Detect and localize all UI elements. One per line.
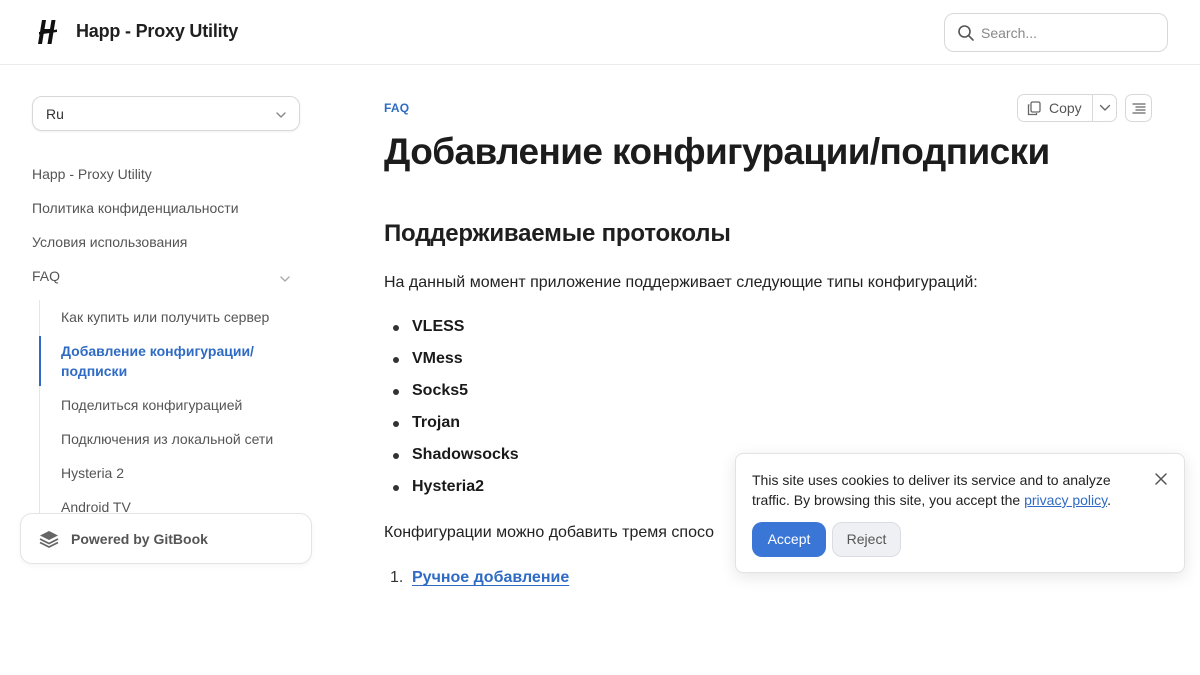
language-select[interactable]: Ru — [32, 96, 300, 131]
sidebar-item-terms[interactable]: Условия использования — [32, 234, 187, 250]
protocol-item: VLESS — [412, 318, 465, 335]
accept-button[interactable]: Accept — [752, 522, 826, 557]
bullet-marker — [393, 389, 399, 395]
breadcrumb[interactable]: FAQ — [384, 101, 409, 115]
intro-paragraph: На данный момент приложение поддерживает… — [384, 274, 978, 291]
top-header: Happ - Proxy Utility — [0, 0, 1200, 65]
table-of-contents-button[interactable] — [1125, 94, 1152, 122]
sidebar-item-add-config[interactable]: Добавление конфигурации/подписки — [61, 341, 281, 381]
reject-button[interactable]: Reject — [832, 522, 901, 557]
cookie-message: This site uses cookies to deliver its se… — [752, 470, 1152, 510]
sidebar-item-local-network[interactable]: Подключения из локальной сети — [61, 429, 273, 449]
bullet-marker — [393, 453, 399, 459]
search-input[interactable] — [981, 22, 1156, 44]
methods-paragraph: Конфигурации можно добавить тремя спосо — [384, 524, 715, 541]
manual-add-link[interactable]: Ручное добавление — [412, 569, 569, 587]
bullet-marker — [393, 485, 399, 491]
cookie-banner: This site uses cookies to deliver its se… — [735, 453, 1185, 573]
subnav-active-indicator — [39, 336, 41, 386]
protocol-item: Hysteria2 — [412, 478, 485, 495]
cookie-message-end: . — [1107, 492, 1111, 508]
copy-button[interactable]: Copy — [1018, 95, 1092, 121]
copy-button-label: Copy — [1049, 100, 1082, 116]
sidebar-item-happ-proxy-utility[interactable]: Happ - Proxy Utility — [32, 166, 152, 182]
sidebar-item-buy-server[interactable]: Как купить или получить сервер — [61, 307, 269, 327]
protocol-item: Socks5 — [412, 382, 469, 399]
site-title[interactable]: Happ - Proxy Utility — [76, 21, 238, 42]
search-box[interactable] — [944, 13, 1168, 52]
powered-by-label: Powered by GitBook — [71, 531, 208, 547]
sidebar-item-privacy-policy[interactable]: Политика конфиденциальности — [32, 200, 239, 216]
copy-icon — [1027, 101, 1041, 116]
protocol-item: VMess — [412, 350, 463, 367]
protocol-item: Shadowsocks — [412, 446, 519, 463]
section-heading: Поддерживаемые протоколы — [384, 220, 731, 247]
gitbook-icon — [39, 531, 59, 548]
page-title: Добавление конфигурации/подписки — [384, 131, 1050, 172]
powered-by-gitbook[interactable]: Powered by GitBook — [20, 513, 312, 564]
happ-logo-icon[interactable] — [36, 19, 60, 45]
chevron-down-icon[interactable] — [279, 273, 291, 285]
sidebar-item-hysteria2[interactable]: Hysteria 2 — [61, 463, 124, 483]
bullet-marker — [393, 357, 399, 363]
outline-list-icon — [1132, 103, 1146, 114]
sidebar-item-share-config[interactable]: Поделиться конфигурацией — [61, 395, 242, 415]
bullet-marker — [393, 325, 399, 331]
bullet-marker — [393, 421, 399, 427]
copy-button-group: Copy — [1017, 94, 1117, 122]
chevron-down-icon — [276, 112, 286, 118]
sidebar-item-faq[interactable]: FAQ — [32, 268, 60, 284]
copy-options-button[interactable] — [1093, 95, 1117, 121]
close-icon[interactable] — [1154, 472, 1168, 486]
chevron-down-icon — [1099, 104, 1111, 111]
subnav-divider — [39, 300, 40, 518]
search-icon — [958, 25, 974, 41]
protocol-item: Trojan — [412, 414, 461, 431]
language-select-value: Ru — [46, 106, 64, 122]
list-number: 1. — [390, 569, 404, 586]
privacy-policy-link[interactable]: privacy policy — [1024, 492, 1107, 508]
